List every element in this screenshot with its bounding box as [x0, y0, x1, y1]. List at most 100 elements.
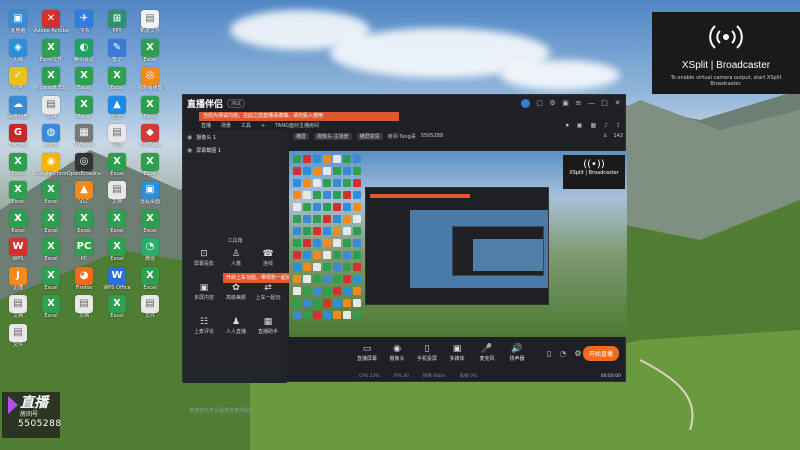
maximize-icon[interactable]: □: [601, 99, 608, 107]
eye-icon[interactable]: ◉: [187, 147, 192, 154]
desktop-icon-label: Excel: [143, 170, 157, 177]
nested-desktop-icon: [313, 311, 321, 319]
nested-desktop-icon: [323, 191, 331, 199]
scene-selector[interactable]: 摄像头·主场景: [314, 132, 352, 140]
menu-room[interactable]: TANG面对主播房间: [275, 122, 319, 129]
tool-button[interactable]: ▣ 多屏内容: [187, 283, 221, 301]
desktop-icon[interactable]: ▤ 文档: [67, 295, 101, 329]
nested-desktop-icon: [353, 191, 361, 199]
control-button[interactable]: ▯ 手机投屏: [413, 344, 441, 362]
desktop-icon[interactable]: X Excel: [100, 295, 134, 329]
app-menubar: 直播 场景 工具 + TANG面对主播房间 ⏺ ▣ ▦ ♪ ⇪: [183, 121, 627, 130]
fps-status: FPS 30: [393, 373, 409, 379]
bell-icon[interactable]: ♪: [604, 122, 608, 130]
app-icon: ◕: [75, 266, 93, 285]
desktop-icon-label: Excel: [77, 227, 91, 234]
nested-desktop-icon: [293, 299, 301, 307]
desktop-icon-label: Excel: [110, 170, 124, 177]
nested-desktop-icon: [303, 167, 311, 175]
close-icon[interactable]: ✕: [614, 99, 621, 107]
app-icon: ◎: [141, 67, 159, 85]
tool-button[interactable]: ☷ 上麦评论: [187, 317, 221, 335]
desktop-icon-label: VMware: [74, 142, 94, 148]
desktop-icon-label: 应用: [12, 85, 23, 91]
nested-desktop-icon: [333, 251, 341, 259]
control-button[interactable]: 🎤 麦克风: [473, 344, 501, 362]
tool-button[interactable]: ♙ 人像: [219, 249, 253, 267]
live-preview[interactable]: ((•)) XSplit | Broadcaster: [289, 151, 627, 337]
app-icon: PC: [75, 238, 93, 256]
nested-desktop-icon: [313, 263, 321, 271]
screenshot-icon[interactable]: ▣: [577, 122, 583, 130]
app-icon: J: [9, 266, 27, 285]
streaming-app-window[interactable]: 直播伴侣 测试 ▢ ⚙ ▣ ≡ — □ ✕ 当前为测试内容，在此之前直播请谨慎，…: [182, 94, 627, 414]
tool-button[interactable]: ⊡ 屏幕投影: [187, 249, 221, 267]
share-icon[interactable]: ⇪: [616, 122, 621, 130]
nested-desktop-icon: [323, 275, 331, 283]
menu-live[interactable]: 直播: [201, 122, 211, 129]
notice-banner[interactable]: 当前为测试内容，在此之前直播请谨慎，请勿投入使用: [199, 112, 399, 121]
nested-desktop-icon: [333, 299, 341, 307]
app-icon: X: [42, 181, 60, 199]
scene-label: 摄像头 1: [196, 135, 217, 141]
record-icon[interactable]: ⏺: [566, 122, 569, 130]
nested-desktop-icon: [343, 167, 351, 175]
nested-desktop-icon: [293, 287, 301, 295]
mode-selector[interactable]: 横屏: [293, 132, 310, 140]
control-button[interactable]: 🔊 扬声器: [503, 344, 531, 362]
control-button[interactable]: ◉ 摄像头: [383, 344, 411, 362]
tool-label: 人人直播: [225, 329, 246, 335]
desktop-icon-label: 远程桌面: [139, 199, 160, 205]
menu-add[interactable]: +: [261, 123, 265, 129]
desktop-icon[interactable]: ▤ 文件: [1, 323, 35, 358]
desktop-icon[interactable]: X Excel: [34, 295, 68, 329]
desktop-icon-label: Excel: [143, 113, 157, 120]
user-avatar[interactable]: [521, 98, 530, 108]
nested-desktop-icon: [353, 275, 361, 283]
menu-icon[interactable]: ≡: [575, 99, 582, 107]
nested-desktop-icon: [293, 167, 301, 175]
skin-icon[interactable]: ▣: [562, 99, 569, 107]
tool-icon: ☎: [262, 249, 274, 259]
tool-button[interactable]: ⇄ 上车一起玩: [251, 283, 285, 301]
menu-tools[interactable]: 工具: [241, 122, 251, 129]
nested-desktop-icon: [333, 179, 341, 187]
tools-title: 工具箱: [227, 238, 243, 244]
app-icon: ▤: [141, 10, 159, 28]
left-footer[interactable]: 使用音乐平台语音连麦伴侣?: [183, 407, 287, 414]
minimize-icon[interactable]: —: [588, 99, 595, 107]
tool-label: 上车一起玩: [255, 295, 281, 301]
tool-button[interactable]: ♟ 人人直播: [219, 317, 253, 335]
phone-icon[interactable]: ▯: [547, 349, 551, 358]
nested-desktop-icon: [333, 263, 341, 271]
tool-button[interactable]: ▦ 直播助手: [251, 317, 285, 335]
app-icon: X: [141, 209, 159, 228]
scene-item[interactable]: ◉ 摄像头 1: [183, 131, 287, 144]
go-live-button[interactable]: 开始直播: [582, 345, 619, 361]
control-button[interactable]: ▣ 多媒体: [443, 344, 471, 362]
eye-icon[interactable]: ◉: [187, 134, 192, 141]
menu-scene[interactable]: 场景: [221, 122, 231, 129]
streamer-badge: 直播 房间号 5505288: [2, 392, 61, 438]
tool-button[interactable]: ☎ 连线: [251, 249, 285, 267]
nested-desktop-icon: [313, 275, 321, 283]
message-icon[interactable]: ▢: [536, 99, 543, 107]
tool-button[interactable]: ✿ 高级美颜: [219, 283, 253, 301]
desktop-icon-label: 福昕阅读器: [137, 85, 163, 91]
mode-icon[interactable]: ◔: [559, 349, 566, 358]
bitrate-status: 码率 0kb/s: [422, 374, 446, 379]
desktop-icon-label: 微信: [144, 256, 155, 262]
quality-selector[interactable]: 横屏高清: [356, 132, 383, 140]
scene-item[interactable]: ◉ 屏幕截图 1: [183, 144, 287, 157]
settings-gear-icon[interactable]: ⚙: [574, 349, 581, 358]
nested-desktop-icon: [323, 203, 331, 211]
layout-icon[interactable]: ▦: [590, 122, 596, 130]
control-button[interactable]: ▭ 直播屏幕: [353, 344, 381, 362]
nested-desktop-icon: [293, 311, 301, 319]
desktop-icon[interactable]: ▤ 文件: [133, 295, 167, 329]
app-icon: ✕: [42, 10, 60, 28]
app-titlebar[interactable]: 直播伴侣 测试 ▢ ⚙ ▣ ≡ — □ ✕: [183, 95, 625, 111]
desktop-icon-label: VLC: [79, 199, 89, 205]
settings-icon[interactable]: ⚙: [549, 99, 556, 107]
desktop-icon-label: PPT: [112, 28, 122, 34]
